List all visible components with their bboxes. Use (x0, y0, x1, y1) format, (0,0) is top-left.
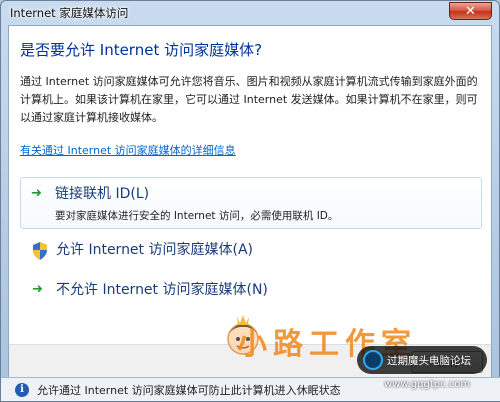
info-icon: i (15, 382, 29, 397)
window-title: Internet 家庭媒体访问 (10, 6, 129, 20)
command-label: 不允许 Internet 访问家庭媒体(N) (56, 282, 268, 298)
command-allow-internet-access[interactable]: 允许 Internet 访问家庭媒体(A) (20, 238, 482, 266)
green-arrow-icon: ➜ (31, 186, 42, 201)
green-arrow-icon: ➜ (32, 282, 43, 297)
watermark-url: www.gqgtpc.com (384, 379, 471, 390)
command-label: 链接联机 ID(L) (55, 186, 150, 202)
dialog-window: Internet 家庭媒体访问 ✕ 是否要允许 Internet 访问家庭媒体?… (0, 0, 500, 402)
command-label: 允许 Internet 访问家庭媒体(A) (56, 242, 253, 258)
dialog-heading: 是否要允许 Internet 访问家庭媒体? (20, 41, 263, 59)
close-icon: ✕ (465, 3, 476, 19)
command-link-online-id[interactable]: ➜ 链接联机 ID(L) 要对家庭媒体进行安全的 Internet 访问，必需使… (20, 177, 482, 229)
forum-logo-icon (363, 350, 383, 370)
uac-shield-icon (33, 242, 47, 260)
info-bar-text: 允许通过 Internet 访问家庭媒体可防止此计算机进入休眠状态 (37, 383, 341, 397)
details-link[interactable]: 有关通过 Internet 访问家庭媒体的详细信息 (20, 142, 236, 158)
watermark-badge: 过期魔头电脑论坛 (357, 346, 487, 374)
close-button[interactable]: ✕ (449, 2, 492, 20)
command-sublabel: 要对家庭媒体进行安全的 Internet 访问，必需使用联机 ID。 (55, 210, 339, 222)
command-deny-internet-access[interactable]: ➜ 不允许 Internet 访问家庭媒体(N) (20, 278, 482, 306)
title-bar[interactable]: Internet 家庭媒体访问 ✕ (1, 1, 499, 25)
watermark-badge-text: 过期魔头电脑论坛 (387, 354, 471, 367)
dialog-description: 通过 Internet 访问家庭媒体可允许您将音乐、图片和视频从家庭计算机流式传… (20, 75, 478, 124)
